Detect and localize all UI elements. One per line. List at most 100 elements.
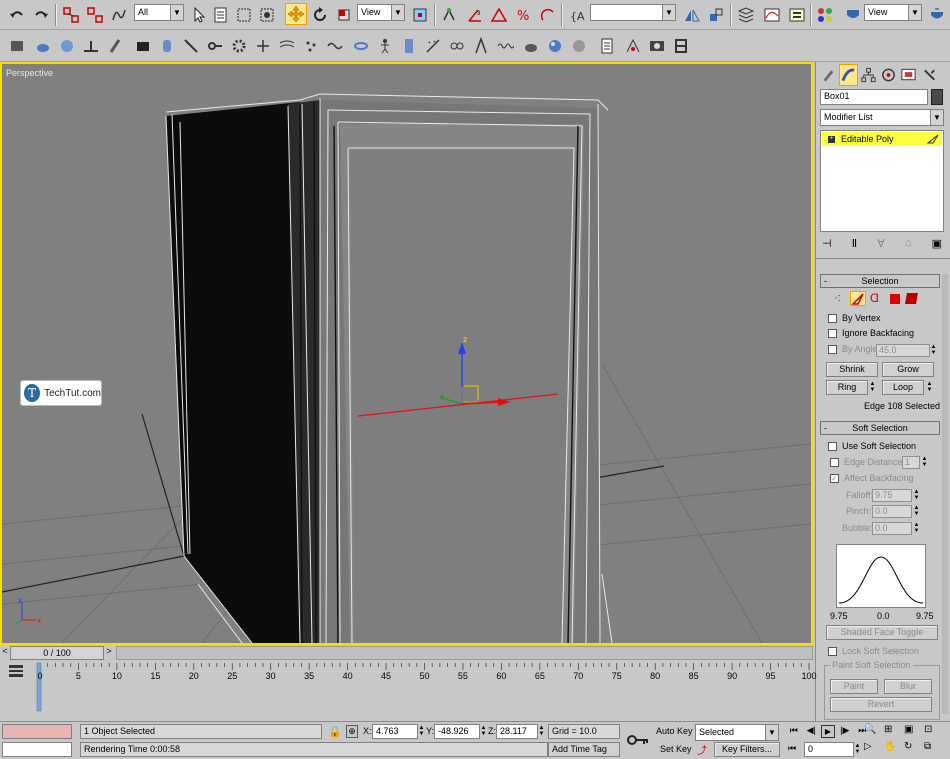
show-end-result-icon[interactable]: Ⅱ [852,237,857,253]
zoom-all-icon[interactable]: ⊞ [884,724,892,735]
border-mode-icon[interactable]: Ɑ [870,291,879,305]
material-icon[interactable] [544,35,566,57]
spinner-arrows-icon[interactable]: ▲ ▼ [930,344,937,357]
schematic-view-icon[interactable] [786,4,808,26]
stack-item-editable-poly[interactable]: + Editable Poly [822,132,942,146]
lock-icon[interactable] [6,35,28,57]
z-coord-field[interactable]: 28.117 [496,724,538,739]
by-angle-checkbox[interactable]: By Angle: [828,344,880,354]
configure-modifier-sets-icon[interactable]: ▣ [932,237,942,253]
maximize-viewport-icon[interactable]: ⧉ [924,741,931,752]
wave-icon[interactable] [324,35,346,57]
select-and-scale-icon[interactable] [333,4,355,26]
time-slider-track[interactable] [116,646,813,660]
spring-icon[interactable] [494,35,516,57]
zoom-extents-icon[interactable]: ▣ [904,724,913,735]
tube-icon[interactable] [398,35,420,57]
wind-icon[interactable] [276,35,298,57]
particle-icon[interactable] [300,35,322,57]
key-filters-button[interactable]: Key Filters... [714,742,780,757]
time-slider-next-icon[interactable]: > [104,646,114,660]
blur-button[interactable]: Blur [884,679,932,694]
reference-coordinate-dropdown[interactable]: View ▼ [357,4,405,21]
redo-icon[interactable] [30,4,52,26]
select-and-manipulate-icon[interactable] [438,4,460,26]
render-type-dropdown[interactable]: View ▼ [864,4,922,21]
element-mode-icon[interactable] [905,293,918,304]
spinner-arrows-icon[interactable]: ▲ ▼ [854,743,861,756]
shrink-button[interactable]: Shrink [826,362,878,377]
sphere-icon[interactable] [56,35,78,57]
default-in-out-tangent-icon[interactable]: ⤴ [697,742,711,757]
by-vertex-checkbox[interactable]: By Vertex [828,313,881,323]
shaded-face-toggle-button[interactable]: Shaded Face Toggle [826,625,938,640]
maxscript-listener-white[interactable] [2,742,72,757]
selection-rollout-header[interactable]: - Selection [820,274,940,288]
spray-icon[interactable] [422,35,444,57]
edit-named-selection-icon[interactable]: {A} [566,4,588,26]
lock-soft-selection-checkbox[interactable]: Lock Soft Selection [828,646,919,656]
time-slider-thumb[interactable]: 0 / 100 [10,646,104,660]
figure-icon[interactable] [374,35,396,57]
render-scene-icon[interactable] [842,4,864,26]
field-of-view-icon[interactable]: ▷ [864,741,872,752]
pivot-point-center-icon[interactable] [409,4,431,26]
hierarchy-tab-icon[interactable] [859,64,878,86]
teapot-small-icon[interactable] [520,35,542,57]
modifier-list-dropdown[interactable]: Modifier List ▼ [820,109,944,126]
align-icon[interactable] [705,4,727,26]
angle-snap-icon[interactable]: 3 [464,4,486,26]
ring-icon[interactable] [350,35,372,57]
rectangular-selection-icon[interactable] [233,4,255,26]
script-icon[interactable] [596,35,618,57]
spinner-arrows-icon[interactable]: ▲ ▼ [921,456,928,469]
expand-toggle-icon[interactable]: + [828,135,835,143]
select-and-move-icon[interactable] [285,3,307,25]
line-icon[interactable] [180,35,202,57]
make-unique-icon[interactable]: ∀ [877,237,885,253]
camera-snap-icon[interactable] [622,35,644,57]
bubble-spinner[interactable]: 0.0 [872,522,912,535]
select-and-rotate-icon[interactable] [309,4,331,26]
layer-manager-icon[interactable] [735,4,757,26]
snap-toggle-icon[interactable] [488,4,510,26]
bones-icon[interactable] [470,35,492,57]
spinner-snap-icon[interactable] [537,4,559,26]
soft-selection-rollout-header[interactable]: - Soft Selection [820,421,940,435]
revert-button[interactable]: Revert [830,697,932,712]
box-icon[interactable] [132,35,154,57]
track-bar[interactable]: 0 5 10 15 20 25 30 35 40 45 50 55 60 65 70 75 80 85 90 95 10… [0,661,817,721]
use-soft-selection-checkbox[interactable]: Use Soft Selection [828,441,916,451]
material-editor-icon[interactable] [814,4,836,26]
teapot-icon[interactable] [32,35,54,57]
create-tab-icon[interactable] [819,64,838,86]
vertex-mode-icon[interactable]: ·: [834,292,841,304]
cylinder-icon[interactable] [156,35,178,57]
time-slider-prev-icon[interactable]: < [0,646,10,660]
edge-mode-icon[interactable] [850,291,866,306]
modify-tab-icon[interactable] [839,64,858,86]
add-time-tag-button[interactable]: Add Time Tag [548,742,620,757]
remove-modifier-icon[interactable]: ⌂ [905,237,912,253]
spinner-arrows-icon[interactable]: ▲ ▼ [418,725,425,738]
zoom-icon[interactable]: 🔍 [864,724,876,735]
display-tab-icon[interactable] [899,64,918,86]
arc-rotate-icon[interactable]: ↻ [904,741,912,752]
zoom-extents-all-icon[interactable]: ⊡ [924,724,932,735]
loop-spinner-icon[interactable]: ▲ ▼ [926,381,933,394]
percent-snap-icon[interactable]: % [512,4,534,26]
polygon-mode-icon[interactable] [890,294,900,304]
render-frame-icon[interactable] [646,35,668,57]
go-to-start-icon[interactable]: ⏮ [786,725,801,739]
spinner-arrows-icon[interactable]: ▲ ▼ [480,725,487,738]
ring-spinner-icon[interactable]: ▲ ▼ [869,381,876,394]
mirror-icon[interactable] [681,4,703,26]
x-coord-field[interactable]: 4.763 [372,724,418,739]
falloff-spinner[interactable]: 9.75 [872,489,912,502]
paint-button[interactable]: Paint [830,679,878,694]
auto-key-button[interactable]: Auto Key [656,726,693,736]
select-and-link-icon[interactable] [60,4,82,26]
unlink-selection-icon[interactable] [84,4,106,26]
motion-tab-icon[interactable] [879,64,898,86]
ring-button[interactable]: Ring [826,380,868,395]
